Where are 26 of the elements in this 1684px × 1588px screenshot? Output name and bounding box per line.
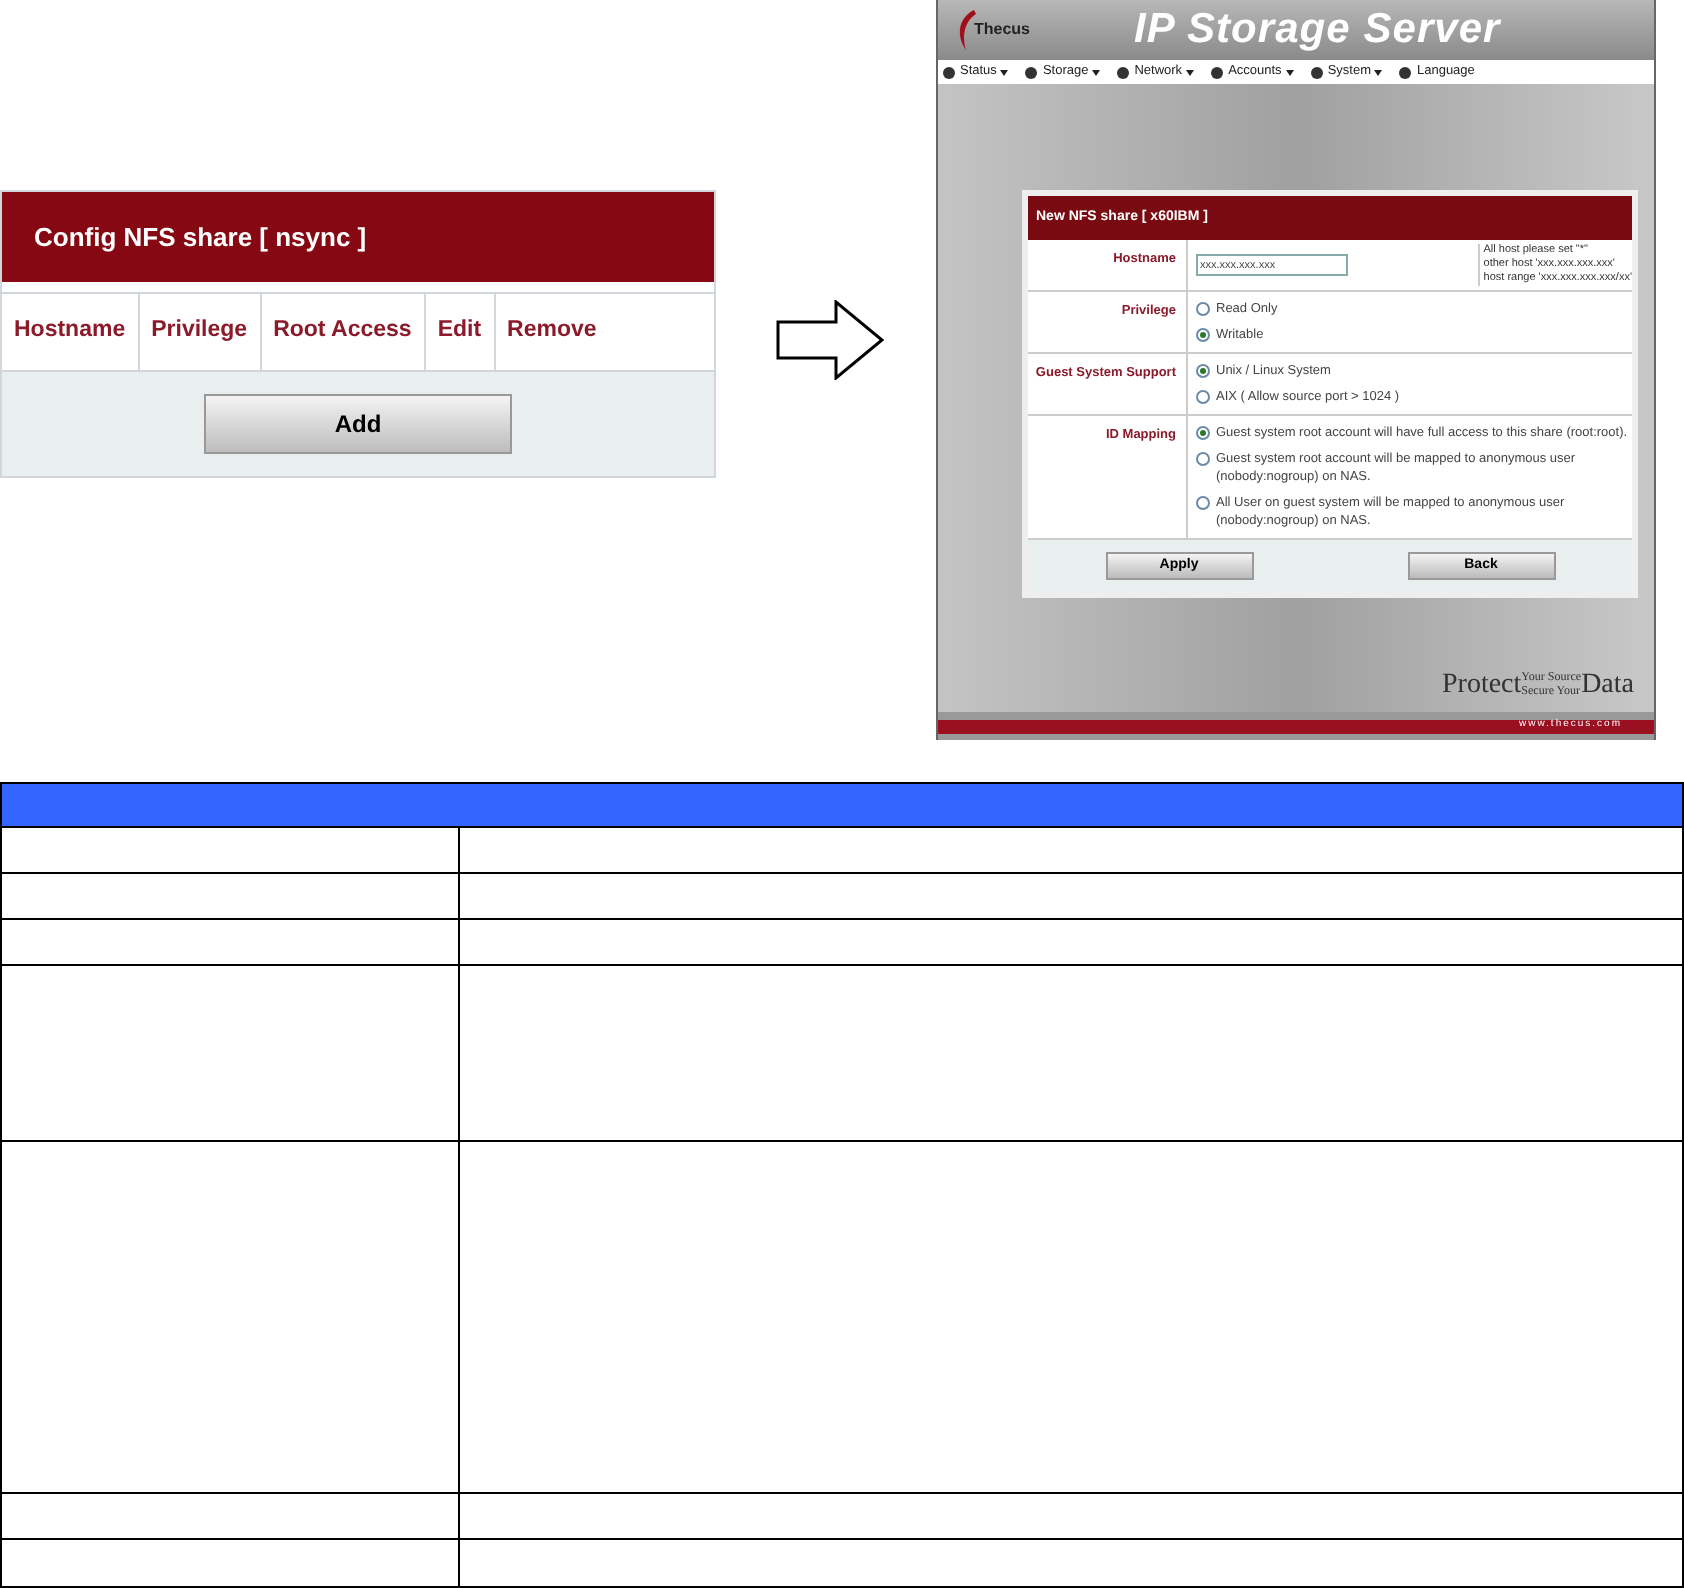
banner-title: IP Storage Server (1134, 4, 1501, 57)
radio-button[interactable] (1196, 452, 1210, 466)
radio-button[interactable] (1196, 328, 1210, 342)
column-header: Edit (437, 316, 482, 347)
menu-glyph-icon (1309, 65, 1324, 79)
radio-button[interactable] (1196, 302, 1210, 316)
column-header: Root Access (273, 316, 412, 347)
menu-glyph-icon (1024, 65, 1039, 79)
right-arrow-icon (776, 300, 884, 380)
menu-glyph-icon (942, 65, 956, 79)
column-header: Privilege (151, 316, 248, 347)
radio-button[interactable] (1196, 364, 1210, 378)
radio-button[interactable] (1196, 426, 1210, 440)
column-header: Remove (507, 316, 597, 347)
panel-title: Config NFS share [ nsync ] (34, 219, 367, 256)
slogan-text: Data (1581, 672, 1634, 700)
brand-logo: Thecus (974, 18, 1031, 42)
slogan-text: Protect (1442, 672, 1522, 700)
swoosh-icon (954, 8, 978, 52)
add-button[interactable]: Add (204, 394, 512, 454)
radio-button[interactable] (1196, 390, 1210, 404)
radio-button[interactable] (1196, 496, 1210, 510)
column-header: Hostname (14, 316, 126, 347)
menu-glyph-icon (1398, 65, 1413, 79)
menu-glyph-icon (1210, 65, 1225, 79)
menu-glyph-icon (1116, 65, 1131, 79)
